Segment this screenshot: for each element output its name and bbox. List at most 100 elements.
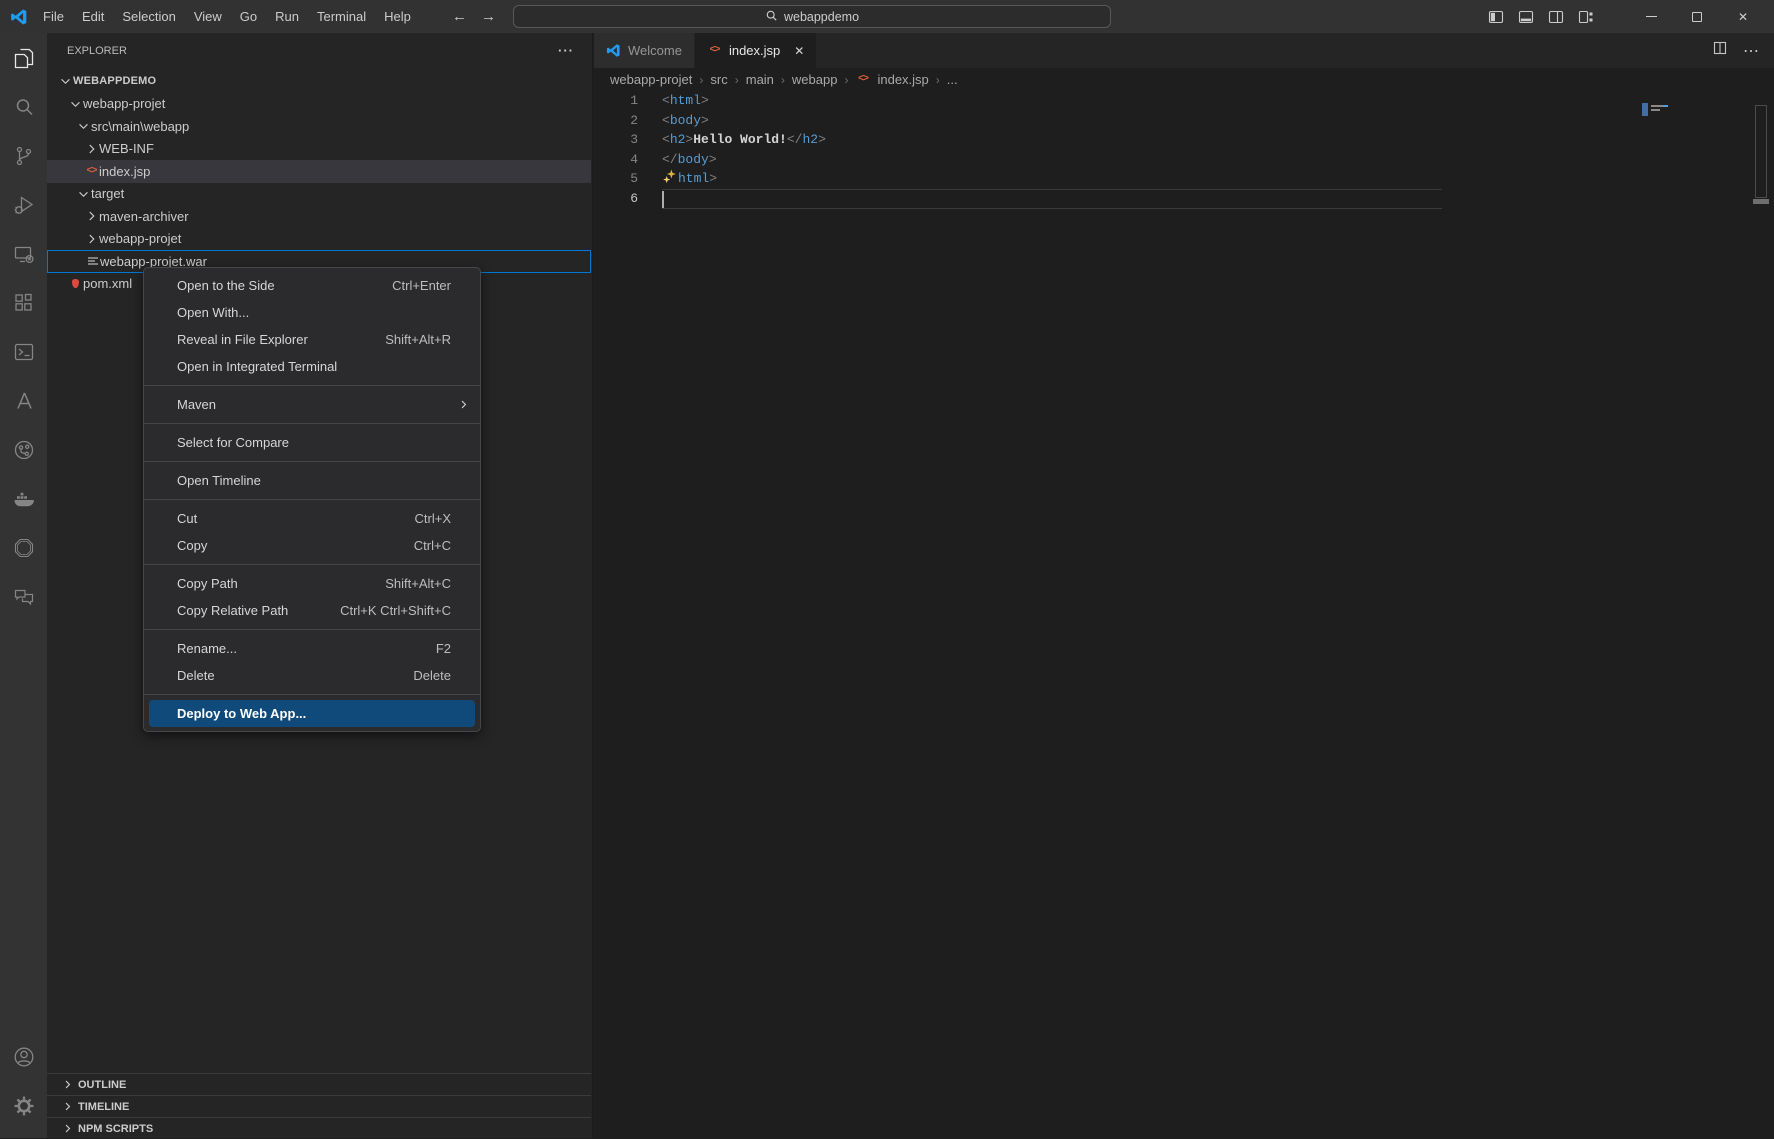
tree-item-webapp-projet[interactable]: webapp-projet — [47, 228, 591, 251]
menu-item-label: Copy Path — [177, 570, 385, 597]
comments-icon[interactable] — [0, 572, 47, 621]
editor-more-actions-icon[interactable]: ⋯ — [1743, 41, 1760, 61]
menu-selection[interactable]: Selection — [113, 0, 184, 33]
menu-file[interactable]: File — [34, 0, 73, 33]
explorer-icon[interactable] — [0, 33, 47, 82]
section-timeline[interactable]: TIMELINE — [47, 1095, 591, 1117]
section-npm-scripts[interactable]: NPM SCRIPTS — [47, 1117, 591, 1139]
split-editor-icon[interactable] — [1712, 40, 1728, 61]
menu-separator — [144, 564, 480, 565]
menu-item-label: Delete — [177, 662, 413, 689]
menu-item-open-to-the-side[interactable]: Open to the SideCtrl+Enter — [144, 272, 480, 299]
forward-arrow-icon[interactable]: → — [481, 8, 496, 25]
run-debug-icon[interactable] — [0, 180, 47, 229]
tree-item-label: maven-archiver — [99, 209, 189, 224]
menu-item-deploy-to-web-app[interactable]: Deploy to Web App... — [149, 700, 475, 727]
menu-item-shortcut: Shift+Alt+R — [385, 326, 451, 353]
back-arrow-icon[interactable]: ← — [452, 8, 467, 25]
menu-item-label: Cut — [177, 505, 415, 532]
tab-index-jsp[interactable]: <>index.jsp✕ — [695, 33, 817, 68]
toggle-sidebar-icon[interactable] — [1488, 9, 1504, 25]
tree-item-src-main-webapp[interactable]: src\main\webapp — [47, 115, 591, 138]
tree-item-maven-archiver[interactable]: maven-archiver — [47, 205, 591, 228]
menu-item-cut[interactable]: CutCtrl+X — [144, 505, 480, 532]
breadcrumb-index-jsp[interactable]: index.jsp — [877, 72, 928, 87]
menu-item-copy[interactable]: CopyCtrl+C — [144, 532, 480, 559]
menu-edit[interactable]: Edit — [73, 0, 113, 33]
breadcrumb-src[interactable]: src — [710, 72, 727, 87]
extensions-icon[interactable] — [0, 278, 47, 327]
tab-bar: Welcome <>index.jsp✕ — [594, 33, 1774, 68]
menu-item-maven[interactable]: Maven — [144, 391, 480, 418]
menu-item-open-with[interactable]: Open With... — [144, 299, 480, 326]
minimap[interactable] — [1642, 103, 1648, 116]
breadcrumb-webapp[interactable]: webapp — [792, 72, 838, 87]
editor-actions: ⋯ — [1712, 33, 1760, 68]
account-icon[interactable] — [0, 1032, 47, 1081]
menu-item-copy-path[interactable]: Copy PathShift+Alt+C — [144, 570, 480, 597]
section-outline[interactable]: OUTLINE — [47, 1073, 591, 1095]
toggle-secondary-sidebar-icon[interactable] — [1548, 9, 1564, 25]
menu-item-open-timeline[interactable]: Open Timeline — [144, 467, 480, 494]
menu-separator — [144, 629, 480, 630]
menu-item-reveal-in-file-explorer[interactable]: Reveal in File ExplorerShift+Alt+R — [144, 326, 480, 353]
menu-terminal[interactable]: Terminal — [308, 0, 375, 33]
tree-item-web-inf[interactable]: WEB-INF — [47, 138, 591, 161]
search-value: webappdemo — [784, 10, 859, 24]
menu-item-select-for-compare[interactable]: Select for Compare — [144, 429, 480, 456]
settings-icon[interactable] — [0, 1081, 47, 1130]
menu-run[interactable]: Run — [266, 0, 308, 33]
customize-layout-icon[interactable] — [1578, 9, 1594, 25]
copilot-sparkle-icon[interactable] — [662, 169, 678, 191]
tree-item-webappdemo[interactable]: WEBAPPDEMO — [47, 70, 591, 93]
minimap-slider[interactable] — [1755, 105, 1767, 198]
minimize-button[interactable] — [1628, 0, 1674, 33]
menu-help[interactable]: Help — [375, 0, 420, 33]
azure-icon[interactable] — [0, 376, 47, 425]
source-control-icon[interactable] — [0, 131, 47, 180]
menu-separator — [144, 461, 480, 462]
titlebar: FileEditSelectionViewGoRunTerminalHelp ←… — [0, 0, 1774, 33]
menu-item-delete[interactable]: DeleteDelete — [144, 662, 480, 689]
line-number: 2 — [594, 111, 638, 131]
menu-item-rename[interactable]: Rename...F2 — [144, 635, 480, 662]
file-tree: WEBAPPDEMOwebapp-projetsrc\main\webappWE… — [47, 70, 591, 295]
tab-label: Welcome — [628, 43, 682, 58]
resource-circle-icon[interactable] — [0, 425, 47, 474]
menu-item-label: Maven — [177, 391, 451, 418]
search-icon[interactable] — [0, 82, 47, 131]
toggle-panel-icon[interactable] — [1518, 9, 1534, 25]
chevron-down-icon — [76, 118, 91, 134]
tree-item-index-jsp[interactable]: <>index.jsp — [47, 160, 591, 183]
section-label: TIMELINE — [78, 1101, 129, 1113]
section-label: OUTLINE — [78, 1079, 126, 1091]
tab-welcome[interactable]: Welcome — [594, 33, 695, 68]
remote-explorer-icon[interactable] — [0, 229, 47, 278]
chevron-right-icon — [84, 231, 99, 247]
breadcrumb-webapp-projet[interactable]: webapp-projet — [610, 72, 692, 87]
menu-item-open-in-integrated-terminal[interactable]: Open in Integrated Terminal — [144, 353, 480, 380]
docker-icon[interactable] — [0, 474, 47, 523]
breadcrumb-separator-icon: › — [844, 73, 848, 87]
octagon-icon[interactable] — [0, 523, 47, 572]
maximize-button[interactable] — [1674, 0, 1720, 33]
explorer-more-actions-icon[interactable]: ··· — [558, 43, 574, 58]
command-center-search[interactable]: webappdemo — [513, 5, 1111, 28]
chevron-right-icon — [60, 1122, 75, 1135]
breadcrumb-[interactable]: ... — [947, 72, 958, 87]
menu-item-shortcut: F2 — [436, 635, 451, 662]
tree-item-target[interactable]: target — [47, 183, 591, 206]
tab-close-icon[interactable]: ✕ — [794, 44, 804, 58]
chevron-down-icon — [58, 73, 73, 89]
close-button[interactable]: ✕ — [1720, 0, 1766, 33]
menu-go[interactable]: Go — [231, 0, 266, 33]
menu-view[interactable]: View — [185, 0, 231, 33]
breadcrumb-main[interactable]: main — [746, 72, 774, 87]
menu-item-copy-relative-path[interactable]: Copy Relative PathCtrl+K Ctrl+Shift+C — [144, 597, 480, 624]
line-number: 5 — [594, 169, 638, 189]
chevron-right-icon — [84, 208, 99, 224]
terminal-icon[interactable] — [0, 327, 47, 376]
menu-item-shortcut: Ctrl+X — [415, 505, 451, 532]
tree-item-webapp-projet[interactable]: webapp-projet — [47, 93, 591, 116]
code-line-1: 1<html> — [594, 91, 1774, 111]
